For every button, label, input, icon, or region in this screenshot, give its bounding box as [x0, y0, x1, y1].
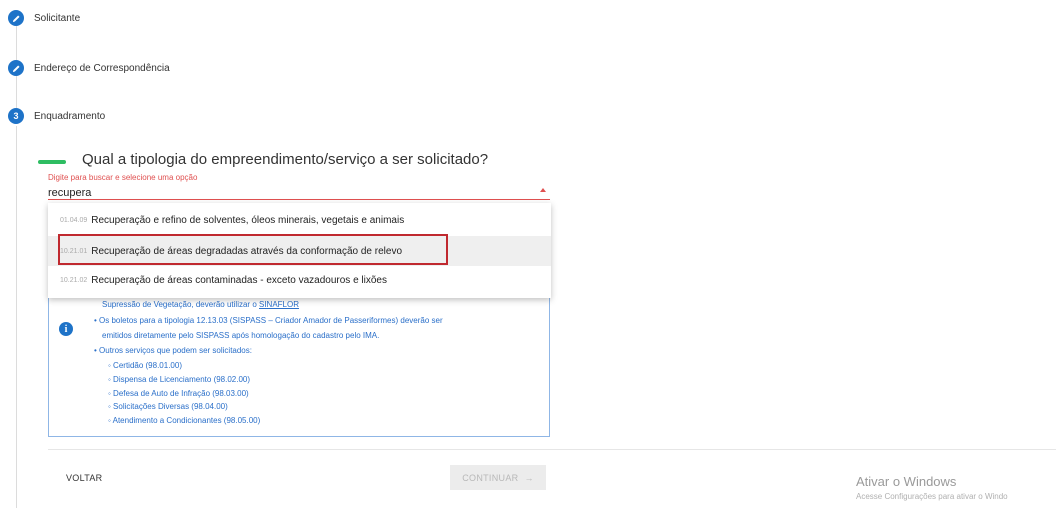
info-line: • Outros serviços que podem ser solicita… [94, 346, 252, 355]
info-text: Supressão de Vegetação, deverão utilizar… [102, 300, 259, 309]
step-endereco[interactable]: Endereço de Correspondência [8, 60, 170, 76]
service-item: ◦ Defesa de Auto de Infração (98.03.00) [108, 389, 249, 398]
service-item: ◦ Solicitações Diversas (98.04.00) [108, 402, 228, 411]
stepper-line [16, 126, 17, 508]
step-enquadramento[interactable]: 3 Enquadramento [8, 108, 105, 124]
arrow-right-icon: → [524, 472, 534, 483]
option-label: Recuperação de áreas contaminadas - exce… [91, 274, 387, 286]
windows-watermark-title: Ativar o Windows [856, 474, 957, 489]
continue-button[interactable]: CONTINUAR → [450, 465, 546, 490]
step-label: Solicitante [34, 12, 81, 24]
caret-up-icon[interactable] [540, 188, 546, 192]
step-solicitante[interactable]: Solicitante [8, 10, 80, 26]
tipologia-search-field[interactable] [48, 183, 550, 200]
step-label: Enquadramento [34, 110, 106, 122]
windows-watermark-subtitle: Acesse Configurações para ativar o Windo [856, 492, 1008, 501]
info-line: • Os boletos para a tipologia 12.13.03 (… [94, 316, 443, 325]
question-title: Qual a tipologia do empreendimento/servi… [82, 151, 489, 168]
option-item[interactable]: 01.04.09 Recuperação e refino de solvent… [48, 205, 551, 235]
info-line: Supressão de Vegetação, deverão utilizar… [102, 300, 299, 309]
option-item[interactable]: 10.21.02 Recuperação de áreas contaminad… [48, 265, 551, 295]
field-hint: Digite para buscar e selecione uma opção [48, 173, 198, 182]
info-line: emitidos diretamente pelo SISPASS após h… [102, 331, 380, 340]
step-label: Endereço de Correspondência [34, 62, 170, 74]
pencil-icon [8, 60, 24, 76]
service-item: ◦ Dispensa de Licenciamento (98.02.00) [108, 375, 251, 384]
service-item: ◦ Certidão (98.01.00) [108, 361, 182, 370]
info-icon: i [59, 322, 73, 336]
pencil-icon [8, 10, 24, 26]
highlight-annotation [58, 234, 448, 265]
option-code: 01.04.09 [60, 216, 88, 224]
option-label: Recuperação e refino de solventes, óleos… [91, 214, 405, 226]
step-number: 3 [8, 108, 24, 124]
sinaflor-link[interactable]: SINAFLOR [259, 300, 299, 309]
continue-label: CONTINUAR [462, 472, 519, 483]
service-item: ◦ Atendimento a Condicionantes (98.05.00… [108, 416, 261, 425]
option-code: 10.21.02 [60, 276, 88, 284]
footer-divider [48, 449, 1056, 450]
question-marker [38, 160, 66, 164]
tipologia-search-input[interactable] [48, 186, 518, 200]
back-button[interactable]: VOLTAR [66, 473, 102, 483]
